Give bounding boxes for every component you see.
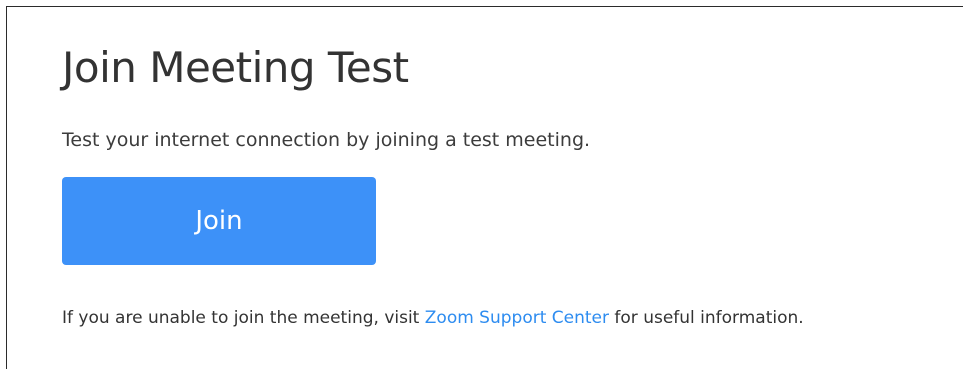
help-text-prefix: If you are unable to join the meeting, v…	[62, 308, 425, 328]
main-content: Join Meeting Test Test your internet con…	[62, 36, 952, 330]
join-button[interactable]: Join	[62, 177, 376, 265]
frame-border-left	[6, 6, 7, 369]
zoom-support-center-link[interactable]: Zoom Support Center	[425, 308, 609, 328]
help-text-suffix: for useful information.	[609, 308, 804, 328]
help-text: If you are unable to join the meeting, v…	[62, 306, 952, 330]
page-subtitle: Test your internet connection by joining…	[62, 129, 591, 151]
page-frame: Join Meeting Test Test your internet con…	[0, 0, 963, 369]
page-title: Join Meeting Test	[62, 43, 409, 92]
frame-border-top	[6, 6, 963, 7]
